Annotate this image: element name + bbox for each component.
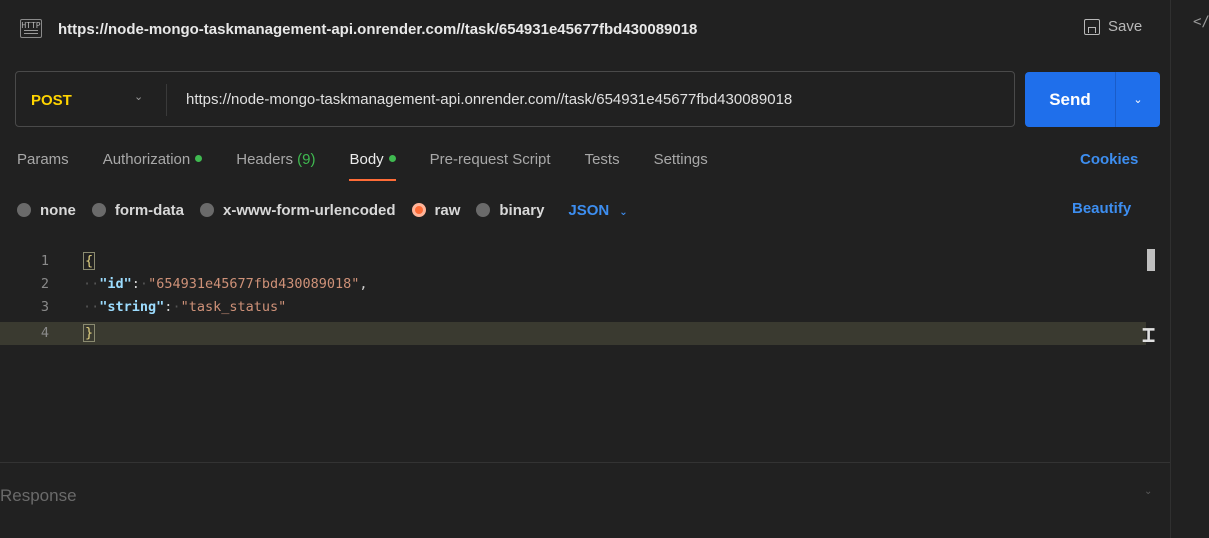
code-icon[interactable]: </	[1193, 14, 1209, 30]
editor-scrollbar[interactable]	[1147, 249, 1155, 271]
radio-icon	[476, 203, 491, 217]
radio-icon	[200, 203, 215, 217]
tab-label: Headers	[236, 151, 293, 168]
url-divider	[166, 84, 167, 116]
tab-body[interactable]: Body	[349, 151, 396, 181]
send-button[interactable]: Send ⌄	[1025, 72, 1160, 127]
tab-label: Pre-request Script	[429, 151, 551, 168]
tab-pre-request-script[interactable]: Pre-request Script	[430, 151, 551, 181]
status-dot-icon	[388, 155, 396, 162]
send-options-chevron-icon[interactable]: ⌄	[1116, 93, 1160, 106]
save-icon	[1084, 18, 1100, 35]
code-brace: {	[83, 252, 96, 270]
body-type-form-data[interactable]: form-data	[91, 201, 185, 219]
tab-settings[interactable]: Settings	[654, 151, 708, 181]
method-selector[interactable]: POST	[31, 92, 72, 109]
tab-label: Tests	[584, 151, 620, 168]
json-key: "string"	[99, 299, 165, 315]
code-text: ··"id":·"654931e45677fbd430089018",	[83, 276, 368, 292]
json-value: "654931e45677fbd430089018"	[148, 276, 360, 292]
tab-label: Body	[349, 151, 384, 168]
body-type-raw[interactable]: raw	[411, 201, 461, 219]
tab-label: Settings	[653, 151, 708, 168]
format-label: JSON	[568, 201, 610, 219]
line-number: 3	[40, 299, 50, 315]
chevron-down-icon: ⌄	[619, 206, 628, 218]
code-brace: }	[83, 324, 96, 342]
code-text: }	[83, 322, 96, 345]
status-dot-icon	[195, 155, 203, 162]
save-button[interactable]: Save	[1084, 18, 1142, 35]
tab-label: Authorization	[102, 151, 191, 168]
code-line: 3 ··"string":·"task_status"	[0, 296, 1146, 319]
radio-label: raw	[434, 201, 461, 219]
header-count: (9)	[297, 151, 316, 168]
json-value: "task_status"	[180, 299, 287, 315]
line-number: 4	[40, 325, 50, 341]
json-key: "id"	[99, 276, 132, 292]
line-number: 1	[40, 253, 50, 269]
body-editor[interactable]: 1 { 2 ··"id":·"654931e45677fbd430089018"…	[0, 245, 1170, 463]
request-title-bar: HTTP https://node-mongo-taskmanagement-a…	[0, 0, 1170, 58]
radio-icon	[91, 203, 106, 217]
request-tabs: Params Authorization Headers (9) Body Pr…	[17, 151, 742, 181]
tab-tests[interactable]: Tests	[585, 151, 620, 181]
text-cursor-icon: ⌶	[1142, 323, 1156, 348]
url-input[interactable]	[186, 72, 1006, 126]
radio-label: form-data	[114, 201, 185, 219]
code-text: {	[83, 250, 96, 273]
http-request-icon: HTTP	[20, 19, 42, 38]
code-line: 1 {	[0, 250, 1146, 273]
response-panel[interactable]: Response ⌄	[0, 463, 1170, 538]
tab-authorization[interactable]: Authorization	[103, 151, 203, 181]
code-text: ··"string":·"task_status"	[83, 299, 287, 315]
send-label: Send	[1049, 89, 1091, 109]
line-number: 2	[40, 276, 50, 292]
save-label: Save	[1108, 18, 1143, 35]
chevron-down-icon[interactable]: ⌄	[1144, 486, 1152, 497]
right-sidebar: </	[1170, 0, 1209, 538]
radio-label: x-www-form-urlencoded	[223, 201, 396, 219]
tab-params[interactable]: Params	[17, 151, 69, 181]
body-type-none[interactable]: none	[17, 202, 76, 219]
radio-icon	[17, 203, 31, 217]
radio-label: binary	[499, 201, 545, 219]
format-selector[interactable]: JSON ⌄	[568, 202, 627, 219]
code-line-current: 4 }	[0, 322, 1146, 345]
cookies-link[interactable]: Cookies	[1080, 151, 1138, 168]
tab-label: Params	[17, 151, 69, 168]
request-title[interactable]: https://node-mongo-taskmanagement-api.on…	[58, 21, 697, 38]
beautify-button[interactable]: Beautify	[1072, 200, 1131, 217]
radio-selected-icon	[411, 203, 426, 217]
chevron-down-icon[interactable]: ⌄	[134, 90, 143, 103]
radio-label: none	[40, 201, 76, 219]
body-type-options: none form-data x-www-form-urlencoded raw…	[17, 200, 628, 220]
request-panel: HTTP https://node-mongo-taskmanagement-a…	[0, 0, 1170, 538]
code-line: 2 ··"id":·"654931e45677fbd430089018",	[0, 273, 1146, 296]
tab-headers[interactable]: Headers (9)	[236, 151, 315, 181]
body-type-urlencoded[interactable]: x-www-form-urlencoded	[200, 202, 396, 219]
body-type-binary[interactable]: binary	[476, 202, 544, 219]
response-label: Response	[0, 486, 77, 505]
url-bar: POST ⌄	[15, 71, 1015, 127]
